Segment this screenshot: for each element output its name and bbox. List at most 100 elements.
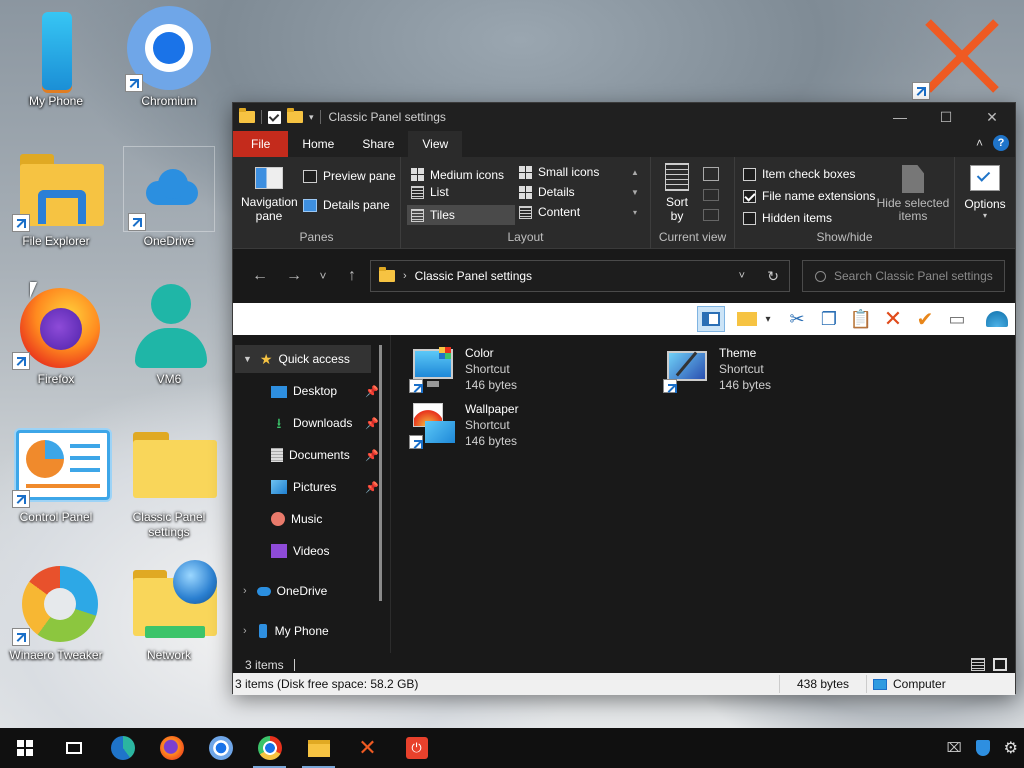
cut-icon[interactable]: ✂ bbox=[783, 306, 811, 332]
tab-home[interactable]: Home bbox=[288, 131, 348, 157]
file-name-extensions-toggle[interactable]: File name extensions bbox=[743, 189, 875, 203]
recent-locations-chevron-icon[interactable]: ˅ bbox=[311, 269, 335, 283]
layout-list[interactable]: List bbox=[411, 185, 449, 199]
layout-details[interactable]: Details bbox=[519, 185, 575, 199]
nav-item-documents[interactable]: Documents 📌 bbox=[233, 441, 383, 469]
file-tile-color[interactable]: Color Shortcut 146 bytes bbox=[409, 345, 649, 397]
address-dropdown-chevron-icon[interactable]: ˅ bbox=[739, 270, 745, 282]
collapse-ribbon-chevron-icon[interactable]: ˄ bbox=[976, 136, 983, 150]
taskbar-file-explorer[interactable] bbox=[294, 728, 343, 768]
hidden-items-toggle[interactable]: Hidden items bbox=[743, 211, 832, 225]
address-path[interactable]: Classic Panel settings bbox=[415, 269, 532, 283]
chevron-right-icon[interactable]: › bbox=[243, 625, 247, 637]
shell-icon[interactable] bbox=[983, 306, 1011, 332]
properties-card-icon[interactable]: ▭ bbox=[943, 306, 971, 332]
sort-by-button[interactable]: Sort by bbox=[659, 163, 695, 223]
desktop-icon-file-explorer[interactable]: File Explorer bbox=[2, 146, 110, 249]
task-view-button[interactable] bbox=[49, 728, 98, 768]
nav-pane-scrollbar[interactable] bbox=[379, 345, 382, 601]
refresh-icon[interactable]: ↻ bbox=[767, 268, 779, 285]
nav-item-videos[interactable]: Videos bbox=[233, 537, 383, 565]
search-box[interactable]: Search Classic Panel settings bbox=[802, 260, 1005, 292]
options-button[interactable]: Options ▾ bbox=[959, 165, 1011, 220]
properties-icon[interactable] bbox=[268, 110, 281, 124]
select-dropdown-chevron-icon[interactable]: ▾ bbox=[761, 306, 775, 332]
start-button[interactable] bbox=[0, 728, 49, 768]
desktop-icon-chromium[interactable]: Chromium bbox=[115, 6, 223, 109]
layout-tiles[interactable]: Tiles bbox=[407, 205, 515, 225]
taskbar-chrome[interactable] bbox=[245, 728, 294, 768]
network-icon bbox=[121, 560, 217, 646]
new-folder-icon[interactable] bbox=[287, 108, 303, 123]
tab-file[interactable]: File bbox=[233, 131, 289, 157]
pin-icon[interactable]: 📌 bbox=[365, 449, 379, 462]
up-arrow-icon[interactable]: ↑ bbox=[335, 267, 369, 285]
chevron-down-icon[interactable]: ▼ bbox=[243, 354, 252, 364]
desktop-icon-vm6[interactable]: VM6 bbox=[115, 284, 223, 387]
back-arrow-icon[interactable]: ← bbox=[243, 267, 277, 285]
close-icon[interactable]: ✕ bbox=[969, 103, 1015, 131]
preview-pane-button[interactable]: Preview pane bbox=[303, 169, 396, 183]
chevron-right-icon[interactable]: › bbox=[243, 585, 247, 597]
minimize-icon[interactable]: — bbox=[877, 103, 923, 131]
layout-scroll-arrows[interactable]: ▲ ▼ ▾ bbox=[629, 163, 641, 223]
pin-icon[interactable]: 📌 bbox=[365, 417, 379, 430]
file-name-extensions-checkbox[interactable] bbox=[743, 189, 756, 203]
nav-item-desktop[interactable]: Desktop 📌 bbox=[233, 377, 383, 405]
desktop-icon-my-phone[interactable]: My Phone bbox=[2, 6, 110, 109]
taskbar-firefox[interactable] bbox=[147, 728, 196, 768]
layout-content[interactable]: Content bbox=[519, 205, 580, 219]
delete-icon[interactable]: ✕ bbox=[879, 306, 907, 332]
item-check-boxes-checkbox[interactable] bbox=[743, 167, 756, 181]
pin-icon[interactable]: 📌 bbox=[365, 481, 379, 494]
toggle-pane-icon[interactable] bbox=[697, 306, 725, 332]
group-by-icon[interactable] bbox=[703, 167, 719, 181]
pin-icon[interactable]: 📌 bbox=[365, 385, 379, 398]
network-disconnected-icon[interactable]: ⌧ bbox=[947, 740, 962, 756]
checkmark-icon[interactable]: ✔ bbox=[911, 306, 939, 332]
taskbar-power-app[interactable]: ⏻ bbox=[392, 728, 441, 768]
nav-item-music[interactable]: Music bbox=[233, 505, 383, 533]
nav-item-my-phone[interactable]: › My Phone bbox=[233, 617, 383, 645]
file-tile-theme[interactable]: Theme Shortcut 146 bytes bbox=[663, 345, 903, 397]
navigation-pane-button[interactable]: Navigation pane bbox=[239, 165, 299, 223]
nav-item-pictures[interactable]: Pictures 📌 bbox=[233, 473, 383, 501]
desktop-icon-firefox[interactable]: Firefox bbox=[2, 284, 110, 387]
desktop-icon-control-panel[interactable]: Control Panel bbox=[2, 422, 110, 525]
hidden-items-checkbox[interactable] bbox=[743, 211, 756, 225]
taskbar-edge[interactable] bbox=[98, 728, 147, 768]
details-view-icon[interactable] bbox=[971, 658, 985, 671]
layout-small-icons[interactable]: Small icons bbox=[519, 165, 599, 179]
hide-selected-items-button[interactable]: Hide selected items bbox=[875, 165, 951, 223]
tab-view[interactable]: View bbox=[408, 131, 463, 157]
tab-share[interactable]: Share bbox=[348, 131, 408, 157]
gear-icon[interactable]: ⚙ bbox=[1004, 738, 1018, 758]
details-pane-button[interactable]: Details pane bbox=[303, 198, 390, 212]
desktop-icon-classic-panel-settings[interactable]: Classic Panel settings bbox=[115, 422, 223, 540]
breadcrumb-chevron-icon[interactable]: › bbox=[403, 270, 407, 282]
title-bar[interactable]: ▾ Classic Panel settings — ☐ ✕ bbox=[233, 103, 1015, 131]
nav-item-downloads[interactable]: ⭳ Downloads 📌 bbox=[233, 409, 383, 437]
select-all-icon[interactable] bbox=[733, 306, 761, 332]
paste-icon[interactable]: 📋 bbox=[847, 306, 875, 332]
desktop-icon-onedrive[interactable]: OneDrive bbox=[115, 146, 223, 249]
desktop-icon-winaero-tweaker[interactable]: Winaero Tweaker bbox=[2, 560, 110, 663]
nav-item-onedrive[interactable]: › OneDrive bbox=[233, 577, 383, 605]
file-tile-wallpaper[interactable]: Wallpaper Shortcut 146 bytes bbox=[409, 401, 649, 453]
large-icons-view-icon[interactable] bbox=[993, 658, 1007, 671]
customize-toolbar-chevron-icon[interactable]: ▾ bbox=[309, 112, 314, 123]
copy-icon[interactable]: ❐ bbox=[815, 306, 843, 332]
file-explorer-window[interactable]: ▾ Classic Panel settings — ☐ ✕ File Home… bbox=[232, 102, 1016, 695]
taskbar-winaero[interactable]: ✕ bbox=[343, 728, 392, 768]
nav-item-quick-access[interactable]: ▼ ★ Quick access bbox=[235, 345, 371, 373]
security-shield-icon[interactable] bbox=[975, 740, 990, 756]
item-check-boxes-toggle[interactable]: Item check boxes bbox=[743, 167, 855, 181]
address-bar[interactable]: › Classic Panel settings ˅ ↻ bbox=[370, 260, 790, 292]
maximize-icon[interactable]: ☐ bbox=[923, 103, 969, 131]
taskbar-chromium[interactable] bbox=[196, 728, 245, 768]
help-icon[interactable]: ? bbox=[993, 135, 1009, 151]
close-x-desktop-icon[interactable] bbox=[912, 6, 1010, 100]
forward-arrow-icon[interactable]: → bbox=[277, 267, 311, 285]
layout-medium-icons[interactable]: Medium icons bbox=[409, 165, 515, 184]
desktop-icon-network[interactable]: Network bbox=[115, 560, 223, 663]
